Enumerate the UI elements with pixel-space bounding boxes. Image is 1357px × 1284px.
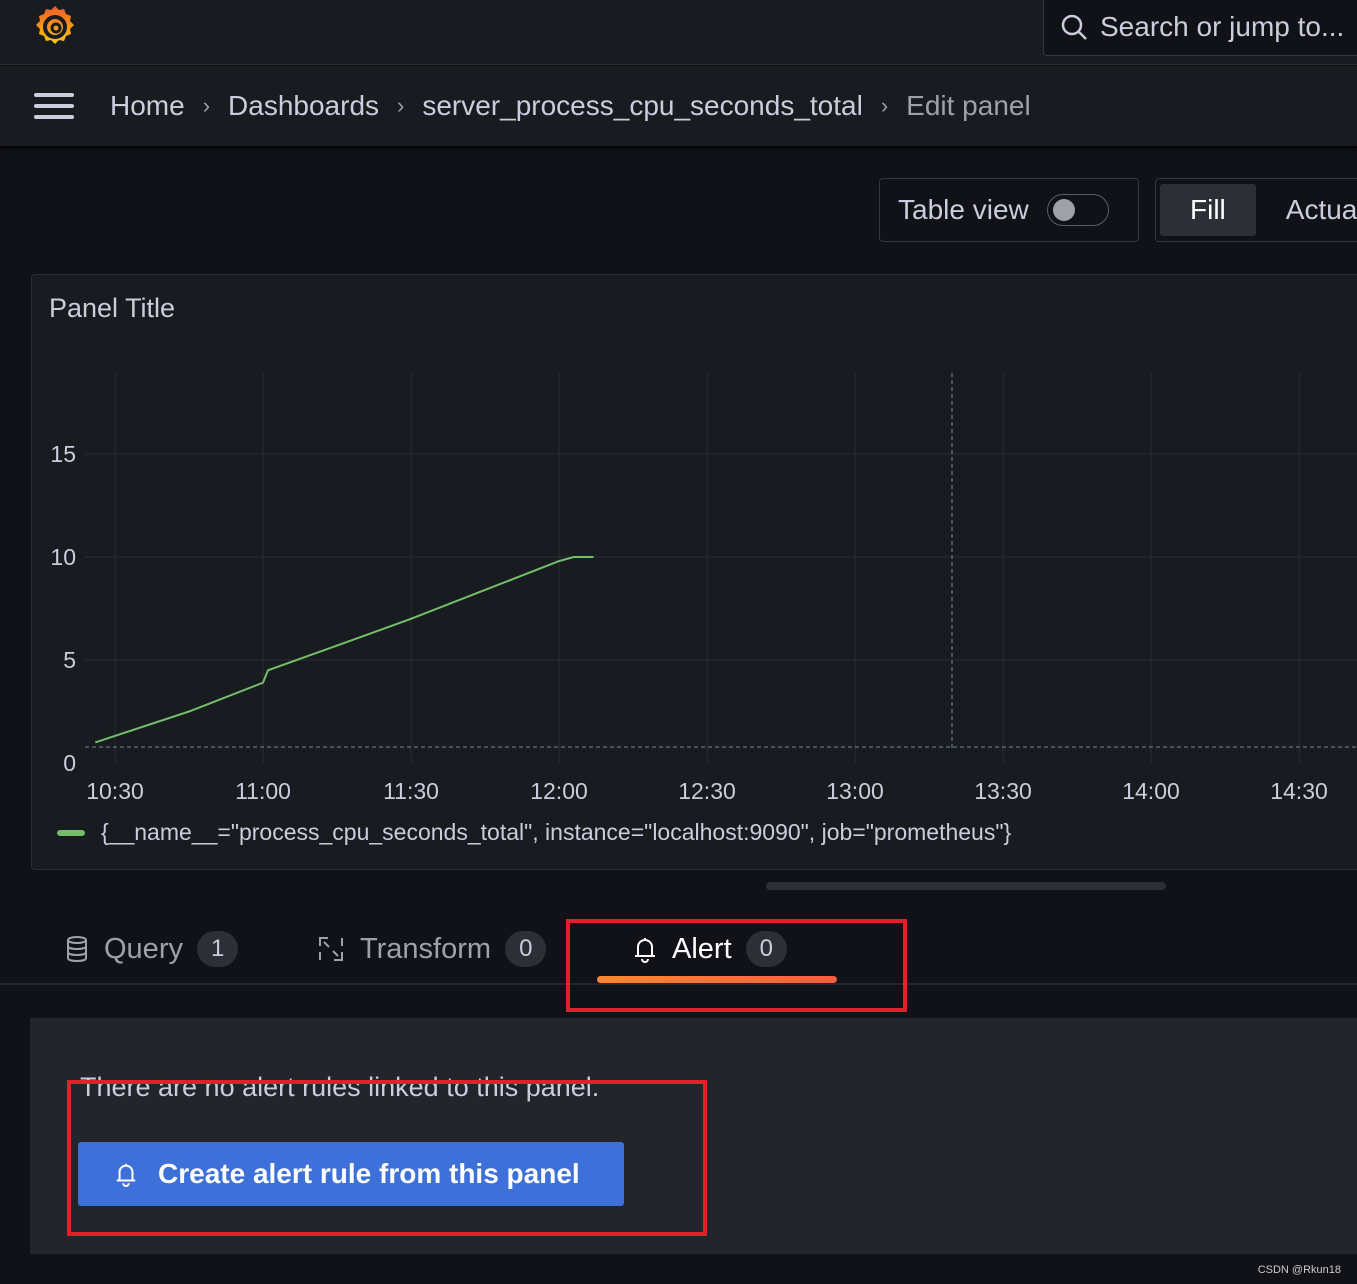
tab-label: Query bbox=[104, 932, 183, 965]
series-color-swatch bbox=[57, 829, 85, 836]
breadcrumb: Home › Dashboards › server_process_cpu_sec… bbox=[0, 66, 1357, 146]
size-mode-selector: Fill Actual bbox=[1155, 178, 1357, 242]
x-tick-label: 10:30 bbox=[86, 778, 144, 804]
chevron-right-icon: › bbox=[397, 93, 405, 118]
x-tick-label: 12:30 bbox=[678, 778, 736, 804]
search-input[interactable]: Search or jump to... bbox=[1043, 0, 1357, 56]
transform-icon bbox=[319, 937, 343, 961]
tab-label: Transform bbox=[360, 932, 492, 965]
scrollbar[interactable] bbox=[766, 882, 1166, 890]
database-icon bbox=[67, 936, 87, 963]
y-tick-label: 0 bbox=[63, 750, 76, 776]
toggle-switch[interactable] bbox=[1046, 194, 1109, 226]
annotation-highlight-box bbox=[566, 919, 907, 1012]
x-tick-label: 11:00 bbox=[235, 778, 291, 804]
count-badge: 0 bbox=[505, 931, 547, 967]
breadcrumb-dashboards[interactable]: Dashboards bbox=[228, 90, 379, 122]
y-tick-label: 5 bbox=[63, 647, 76, 673]
chevron-right-icon: › bbox=[202, 93, 211, 118]
legend-label: {__name__="process_cpu_seconds_total", i… bbox=[101, 819, 1012, 845]
x-tick-label: 12:00 bbox=[530, 778, 588, 804]
actual-option[interactable]: Actual bbox=[1256, 184, 1357, 236]
watermark: CSDN @Rkun18 bbox=[1257, 1264, 1341, 1276]
tab-transform[interactable]: Transform 0 bbox=[316, 915, 547, 983]
series-line bbox=[94, 556, 594, 744]
table-view-toggle[interactable]: Table view bbox=[879, 178, 1139, 242]
breadcrumb-home[interactable]: Home bbox=[110, 90, 185, 122]
top-bar: Search or jump to... bbox=[0, 0, 1357, 65]
count-badge: 1 bbox=[196, 931, 239, 967]
x-tick-label: 14:30 bbox=[1270, 778, 1328, 804]
menu-icon[interactable] bbox=[34, 93, 74, 119]
y-tick-label: 15 bbox=[50, 441, 76, 467]
panel: Panel Title 10:30 11:00 11:30 12:00 12:30 13:… bbox=[31, 274, 1357, 870]
grafana-logo-icon[interactable] bbox=[32, 3, 78, 49]
x-tick-label: 13:00 bbox=[826, 778, 884, 804]
search-icon bbox=[1061, 14, 1087, 40]
x-tick-label: 14:00 bbox=[1122, 778, 1180, 804]
fill-option[interactable]: Fill bbox=[1160, 184, 1256, 236]
x-tick-label: 11:30 bbox=[383, 778, 439, 804]
table-view-label: Table view bbox=[898, 194, 1029, 225]
search-placeholder: Search or jump to... bbox=[1100, 11, 1345, 42]
legend-item[interactable]: {__name__="process_cpu_seconds_total", i… bbox=[57, 819, 1011, 846]
breadcrumb-current: Edit panel bbox=[906, 90, 1031, 121]
tab-query[interactable]: Query 1 bbox=[64, 915, 239, 983]
x-tick-label: 13:30 bbox=[974, 778, 1032, 804]
time-series-chart[interactable]: 10:30 11:00 11:30 12:00 12:30 13:00 13:30 14:00… bbox=[32, 275, 1357, 815]
y-tick-label: 10 bbox=[50, 544, 76, 570]
annotation-highlight-box bbox=[67, 1080, 707, 1236]
breadcrumb-dashboard[interactable]: server_process_cpu_seconds_total bbox=[422, 90, 862, 122]
chevron-right-icon: › bbox=[880, 93, 889, 118]
